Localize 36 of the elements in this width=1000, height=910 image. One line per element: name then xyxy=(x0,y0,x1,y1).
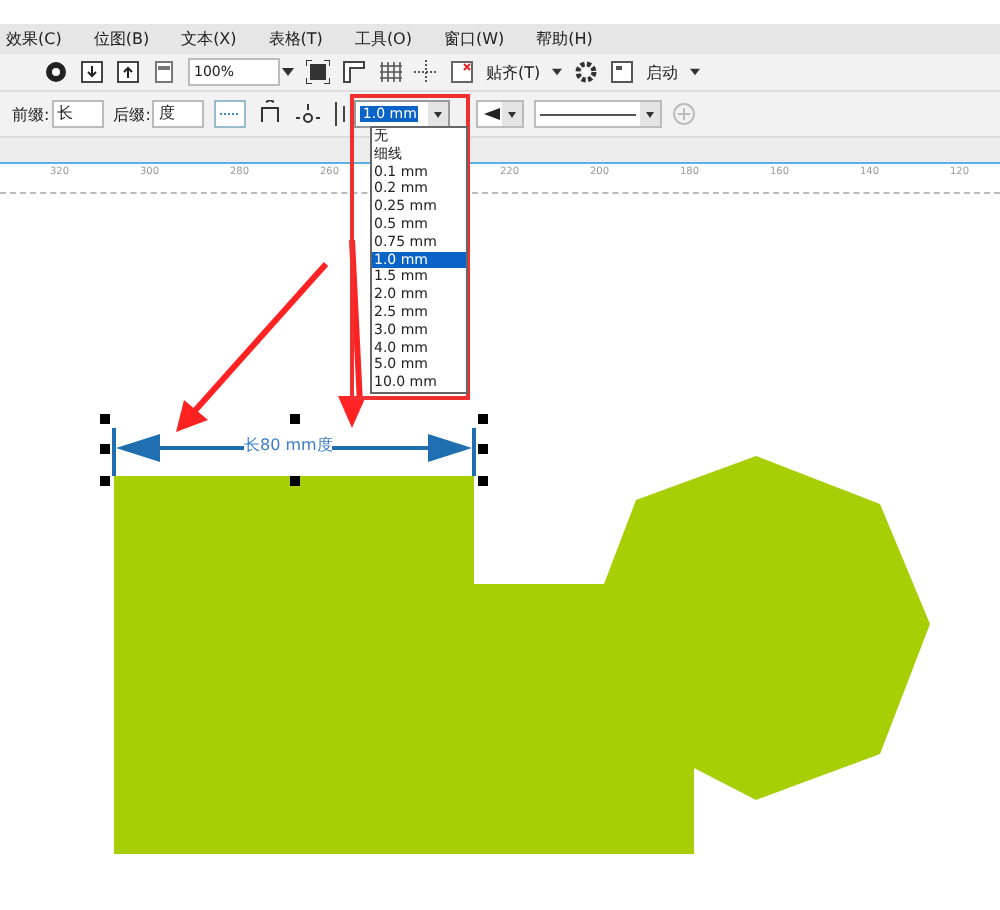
prefix-field[interactable]: 长 xyxy=(51,100,104,128)
text-position-icon[interactable] xyxy=(294,100,323,128)
menu-item[interactable]: 表格(T) xyxy=(268,28,323,50)
window-icon[interactable] xyxy=(610,60,635,84)
menu-item[interactable]: 效果(C) xyxy=(6,28,62,50)
launch-menu[interactable]: 启动 xyxy=(646,61,679,83)
snap-off-icon[interactable] xyxy=(450,60,474,84)
rulers-icon[interactable] xyxy=(342,60,366,84)
fullscreen-icon[interactable] xyxy=(306,60,330,84)
arrowhead-field[interactable] xyxy=(476,100,525,128)
caret-icon[interactable] xyxy=(502,102,523,126)
caret-icon[interactable] xyxy=(690,68,701,76)
menu-item[interactable]: 窗口(W) xyxy=(443,28,505,50)
extension-lines-icon[interactable] xyxy=(256,100,285,128)
caret-icon[interactable] xyxy=(428,102,449,126)
snap-menu[interactable]: 贴齐(T) xyxy=(486,61,541,83)
caret-icon[interactable] xyxy=(282,68,294,76)
menu-item[interactable]: 帮助(H) xyxy=(536,28,593,50)
caret-icon[interactable] xyxy=(640,102,661,126)
menu-item[interactable]: 工具(O) xyxy=(354,28,412,50)
menu-item[interactable]: 位图(B) xyxy=(93,28,150,50)
settings-icon[interactable] xyxy=(574,60,599,84)
guidelines-icon[interactable] xyxy=(414,60,438,84)
grid-icon[interactable] xyxy=(378,60,402,84)
line-style-field[interactable] xyxy=(534,100,663,128)
selection-handles[interactable] xyxy=(100,414,488,486)
caret-icon[interactable] xyxy=(552,68,563,76)
arrowhead-icon xyxy=(484,108,501,120)
import-icon[interactable] xyxy=(80,60,104,84)
export-icon[interactable] xyxy=(116,60,140,84)
dimension-text: 长80 mm度 xyxy=(244,436,333,454)
outline-width-icon xyxy=(332,100,349,128)
suffix-label: 后缀: xyxy=(113,103,151,125)
suffix-field[interactable]: 度 xyxy=(152,100,205,128)
prefix-label: 前缀: xyxy=(12,103,50,125)
menu-item[interactable]: 文本(X) xyxy=(181,28,237,50)
